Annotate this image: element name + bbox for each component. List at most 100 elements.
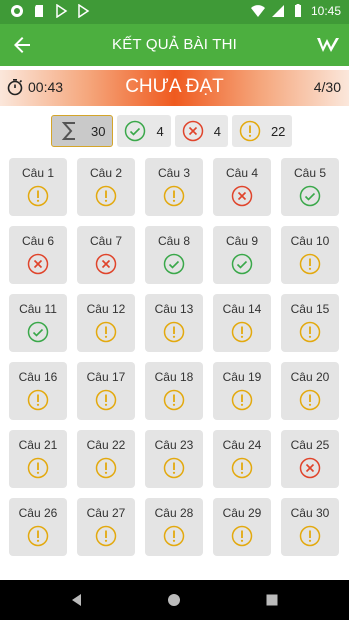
- question-cell[interactable]: Câu 27: [77, 498, 135, 556]
- app-bar: KẾT QUẢ BÀI THI: [0, 24, 349, 66]
- question-label: Câu 2: [89, 166, 123, 180]
- question-cell[interactable]: Câu 15: [281, 294, 339, 352]
- check-circle-icon: [163, 253, 185, 275]
- question-cell[interactable]: Câu 9: [213, 226, 271, 284]
- summary-bar: 30 4 4 22: [51, 115, 293, 147]
- summary-count: 4: [213, 123, 221, 139]
- question-label: Câu 8: [157, 234, 191, 248]
- question-cell[interactable]: Câu 29: [213, 498, 271, 556]
- question-label: Câu 15: [290, 302, 330, 316]
- question-cell[interactable]: Câu 10: [281, 226, 339, 284]
- nav-recents-icon[interactable]: [265, 593, 279, 607]
- exclamation-circle-icon: [95, 457, 117, 479]
- question-cell[interactable]: Câu 1: [9, 158, 67, 216]
- question-label: Câu 20: [290, 370, 330, 384]
- question-cell[interactable]: Câu 8: [145, 226, 203, 284]
- page-title: KẾT QUẢ BÀI THI: [112, 36, 237, 53]
- summary-chip-wrong[interactable]: 4: [174, 115, 228, 147]
- x-circle-icon: [231, 185, 253, 207]
- question-cell[interactable]: Câu 17: [77, 362, 135, 420]
- question-grid: Câu 1 Câu 2 Câu 3 Câu 4 Câu 5 Câu 6 Câu 7 Câu 8…: [9, 158, 339, 556]
- question-label: Câu 12: [86, 302, 126, 316]
- question-cell[interactable]: Câu 13: [145, 294, 203, 352]
- result-status: CHƯA ĐẠT: [125, 76, 224, 97]
- check-circle-icon: [299, 185, 321, 207]
- question-cell[interactable]: Câu 28: [145, 498, 203, 556]
- summary-chip-total[interactable]: 30: [51, 115, 114, 147]
- result-bar: 00:43 CHƯA ĐẠT 4/30: [0, 70, 349, 106]
- question-label: Câu 13: [154, 302, 194, 316]
- question-label: Câu 18: [154, 370, 194, 384]
- check-circle-icon: [125, 120, 146, 142]
- question-label: Câu 22: [86, 438, 126, 452]
- sd-card-icon: [35, 5, 43, 17]
- exclamation-circle-icon: [27, 457, 49, 479]
- x-circle-icon: [95, 253, 117, 275]
- question-cell[interactable]: Câu 12: [77, 294, 135, 352]
- question-cell[interactable]: Câu 20: [281, 362, 339, 420]
- question-label: Câu 3: [157, 166, 191, 180]
- question-cell[interactable]: Câu 23: [145, 430, 203, 488]
- check-circle-icon: [27, 321, 49, 343]
- system-nav-bar: [0, 580, 349, 620]
- question-cell[interactable]: Câu 26: [9, 498, 67, 556]
- signal-icon: [271, 5, 284, 17]
- question-label: Câu 28: [154, 506, 194, 520]
- exclamation-circle-icon: [27, 525, 49, 547]
- question-cell[interactable]: Câu 25: [281, 430, 339, 488]
- question-label: Câu 23: [154, 438, 194, 452]
- question-label: Câu 26: [18, 506, 58, 520]
- summary-chip-correct[interactable]: 4: [117, 115, 171, 147]
- question-label: Câu 16: [18, 370, 58, 384]
- nav-back-icon[interactable]: [70, 593, 84, 607]
- question-cell[interactable]: Câu 18: [145, 362, 203, 420]
- question-cell[interactable]: Câu 11: [9, 294, 67, 352]
- exclamation-circle-icon: [239, 120, 261, 142]
- exclamation-circle-icon: [299, 525, 321, 547]
- exclamation-circle-icon: [163, 389, 185, 411]
- exclamation-circle-icon: [95, 321, 117, 343]
- question-label: Câu 19: [222, 370, 262, 384]
- question-label: Câu 7: [89, 234, 123, 248]
- app-notification-icon: [11, 5, 23, 17]
- question-cell[interactable]: Câu 30: [281, 498, 339, 556]
- question-cell[interactable]: Câu 2: [77, 158, 135, 216]
- question-cell[interactable]: Câu 16: [9, 362, 67, 420]
- exclamation-circle-icon: [163, 185, 185, 207]
- question-label: Câu 29: [222, 506, 262, 520]
- question-label: Câu 9: [225, 234, 259, 248]
- check-circle-icon: [231, 253, 253, 275]
- result-progress: 4/30: [313, 79, 341, 95]
- question-cell[interactable]: Câu 4: [213, 158, 271, 216]
- question-cell[interactable]: Câu 5: [281, 158, 339, 216]
- question-label: Câu 11: [19, 302, 57, 316]
- battery-icon: [294, 4, 301, 17]
- question-cell[interactable]: Câu 14: [213, 294, 271, 352]
- question-cell[interactable]: Câu 24: [213, 430, 271, 488]
- question-cell[interactable]: Câu 6: [9, 226, 67, 284]
- exclamation-circle-icon: [231, 457, 253, 479]
- exclamation-circle-icon: [163, 457, 185, 479]
- question-cell[interactable]: Câu 19: [213, 362, 271, 420]
- exclamation-circle-icon: [163, 321, 185, 343]
- question-cell[interactable]: Câu 22: [77, 430, 135, 488]
- question-cell[interactable]: Câu 7: [77, 226, 135, 284]
- question-label: Câu 27: [86, 506, 126, 520]
- summary-chip-unanswered[interactable]: 22: [231, 115, 293, 147]
- question-label: Câu 30: [290, 506, 330, 520]
- exclamation-circle-icon: [231, 389, 253, 411]
- play-store-icon: [56, 4, 68, 18]
- exclamation-circle-icon: [95, 525, 117, 547]
- summary-count: 4: [156, 123, 164, 139]
- question-label: Câu 25: [290, 438, 330, 452]
- share-icon[interactable]: [315, 33, 341, 57]
- question-cell[interactable]: Câu 21: [9, 430, 67, 488]
- exclamation-circle-icon: [27, 389, 49, 411]
- exclamation-circle-icon: [95, 185, 117, 207]
- question-cell[interactable]: Câu 3: [145, 158, 203, 216]
- question-label: Câu 4: [225, 166, 259, 180]
- question-label: Câu 5: [293, 166, 327, 180]
- nav-home-icon[interactable]: [167, 593, 181, 607]
- question-label: Câu 14: [222, 302, 262, 316]
- question-label: Câu 10: [290, 234, 330, 248]
